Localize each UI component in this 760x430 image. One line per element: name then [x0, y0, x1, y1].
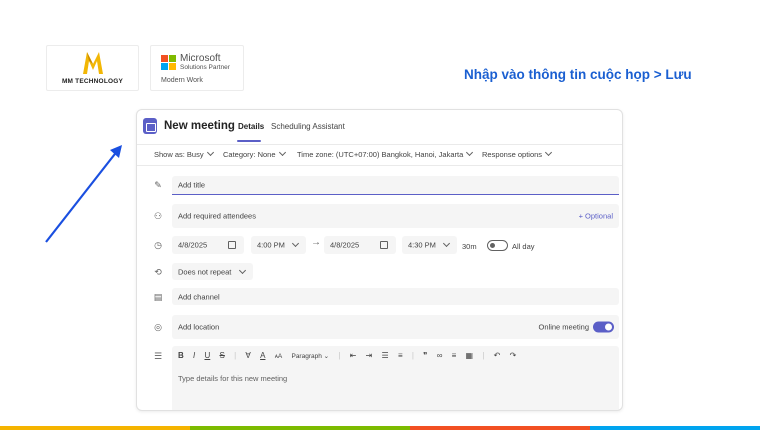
response-options-label: Response options [482, 150, 543, 159]
redo-icon[interactable]: ↷ [510, 351, 517, 360]
chevron-down-icon [238, 266, 247, 275]
chevron-down-icon [466, 148, 474, 157]
bottom-stripe-green [190, 426, 410, 430]
end-time-picker[interactable]: 4:30 PM [402, 236, 457, 254]
font-size-icon[interactable]: ᴀA [275, 353, 283, 360]
underline-icon[interactable]: U [204, 351, 210, 360]
undo-icon[interactable]: ↶ [494, 351, 501, 360]
repeat-value: Does not repeat [178, 267, 232, 276]
paragraph-label: Paragraph [291, 353, 322, 360]
bullet-list-icon[interactable]: ☰ [382, 351, 389, 360]
all-day-label: All day [512, 242, 535, 251]
all-day-toggle[interactable] [487, 240, 508, 251]
indent-icon[interactable]: ⇥ [366, 351, 373, 360]
chevron-down-icon [545, 148, 553, 157]
end-time-value: 4:30 PM [408, 240, 436, 250]
repeat-icon: ⟲ [154, 267, 162, 277]
online-meeting-label: Online meeting [538, 322, 589, 332]
modern-work-text: Modern Work [161, 77, 203, 84]
bold-icon[interactable]: B [178, 351, 184, 360]
timezone-dropdown[interactable]: Time zone: (UTC+07:00) Bangkok, Hanoi, J… [297, 148, 474, 159]
mm-logo-mark-icon [83, 52, 103, 74]
tab-scheduling-assistant[interactable]: Scheduling Assistant [271, 122, 345, 131]
details-list-icon: ☰ [153, 351, 163, 361]
channel-input[interactable]: Add channel [172, 288, 619, 305]
channel-placeholder: Add channel [178, 292, 220, 301]
add-people-icon: ⚇ [153, 211, 163, 221]
clock-icon: ◷ [154, 240, 162, 250]
duration-text: 30m [462, 242, 477, 251]
strikethrough-icon[interactable]: S [220, 351, 225, 360]
location-input[interactable]: Add location Online meeting [172, 315, 619, 339]
category-dropdown[interactable]: Category: None [223, 148, 286, 159]
italic-icon[interactable]: I [193, 351, 195, 360]
end-date-picker[interactable]: 4/8/2025 [324, 236, 396, 254]
bottom-stripe-red [410, 426, 590, 430]
chevron-down-icon [278, 148, 286, 157]
title-placeholder: Add title [178, 180, 206, 190]
toolbar-separator: | [234, 351, 237, 360]
chevron-down-icon [442, 239, 451, 248]
tab-details[interactable]: Details [238, 122, 264, 131]
options-divider [137, 165, 622, 166]
bottom-stripe-yellow [0, 426, 190, 430]
timezone-label: Time zone: (UTC+07:00) Bangkok, Hanoi, J… [297, 150, 464, 159]
toolbar-separator: | [482, 351, 485, 360]
microsoft-logo-icon [161, 55, 176, 70]
dialog-title: New meeting [164, 120, 235, 132]
mm-technology-logo: MM TECHNOLOGY [46, 45, 139, 91]
location-pin-icon: ◎ [154, 322, 162, 332]
link-icon[interactable]: ∞ [437, 351, 443, 360]
arrow-right-icon: → [311, 237, 321, 248]
bottom-stripe-blue [590, 426, 760, 430]
show-as-label: Show as: Busy [154, 150, 204, 159]
instruction-text: Nhập vào thông tin cuộc họp > Lưu [464, 67, 692, 82]
pointer-arrow-icon [45, 145, 122, 243]
start-date-value: 4/8/2025 [178, 240, 208, 250]
solutions-partner-text: Solutions Partner [180, 64, 230, 71]
toolbar-separator: | [338, 351, 341, 360]
category-label: Category: None [223, 150, 276, 159]
title-input[interactable]: Add title [172, 176, 619, 195]
paragraph-dropdown[interactable]: Paragraph ⌄ [291, 352, 329, 360]
microsoft-name: Microsoft [180, 53, 221, 64]
font-color-icon[interactable]: A [260, 351, 265, 360]
outdent-icon[interactable]: ⇤ [350, 351, 357, 360]
pencil-icon: ✎ [154, 180, 162, 190]
highlight-icon[interactable]: ∀ [245, 351, 250, 360]
attendees-placeholder: Add required attendees [178, 211, 256, 221]
repeat-dropdown[interactable]: Does not repeat [172, 263, 253, 280]
chevron-down-icon [206, 148, 214, 157]
location-placeholder: Add location [178, 322, 220, 332]
details-editor[interactable]: B I U S | ∀ A ᴀA Paragraph ⌄ | ⇤ ⇥ ☰ ≡ |… [172, 346, 619, 410]
calendar-icon [143, 118, 157, 134]
mm-logo-text: MM TECHNOLOGY [61, 78, 124, 85]
end-date-value: 4/8/2025 [330, 240, 360, 250]
calendar-small-icon [380, 241, 388, 249]
table-icon[interactable]: ▦ [466, 351, 474, 360]
toolbar-separator: | [411, 351, 414, 360]
header-divider [137, 144, 622, 145]
numbered-list-icon[interactable]: ≡ [398, 351, 403, 360]
chevron-down-icon [291, 239, 300, 248]
response-options-dropdown[interactable]: Response options [482, 148, 553, 159]
horizontal-rule-icon[interactable]: ≡ [452, 351, 457, 360]
start-date-picker[interactable]: 4/8/2025 [172, 236, 244, 254]
details-placeholder: Type details for this new meeting [178, 374, 288, 383]
calendar-small-icon [228, 241, 236, 249]
quote-icon[interactable]: ❞ [423, 351, 427, 360]
microsoft-partner-logo: Microsoft Solutions Partner Modern Work [150, 45, 244, 91]
show-as-dropdown[interactable]: Show as: Busy [154, 148, 214, 159]
optional-attendees-link[interactable]: + Optional [579, 212, 613, 221]
format-toolbar: B I U S | ∀ A ᴀA Paragraph ⌄ | ⇤ ⇥ ☰ ≡ |… [178, 351, 523, 360]
online-meeting-toggle[interactable] [593, 321, 614, 333]
channel-icon: ▤ [153, 292, 163, 302]
start-time-value: 4:00 PM [257, 240, 285, 250]
active-tab-indicator [237, 140, 261, 142]
start-time-picker[interactable]: 4:00 PM [251, 236, 306, 254]
attendees-input[interactable]: Add required attendees + Optional [172, 204, 619, 228]
new-meeting-dialog: New meeting Details Scheduling Assistant… [136, 109, 623, 411]
